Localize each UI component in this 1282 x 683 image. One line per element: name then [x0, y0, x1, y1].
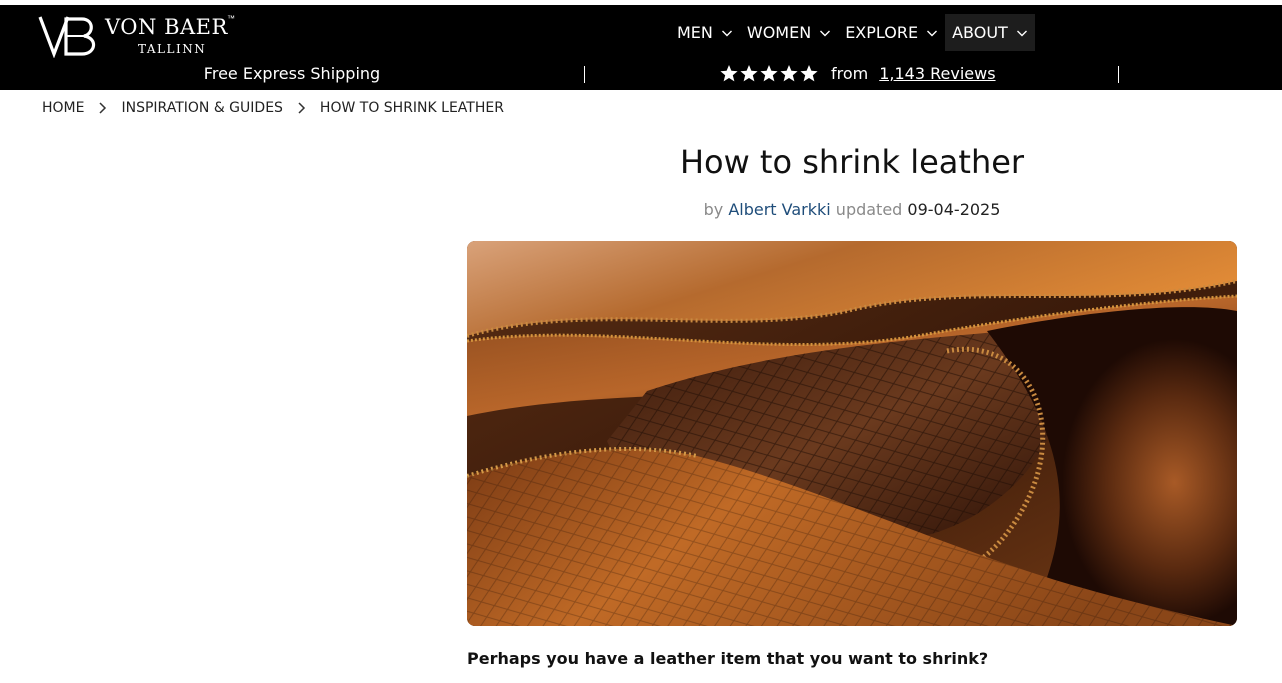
byline-updated: updated: [835, 200, 903, 219]
nav-item-label: ABOUT: [952, 23, 1008, 42]
brand-logo[interactable]: VON BAER ™ TALLINN: [38, 14, 248, 62]
nav-item-explore[interactable]: EXPLORE: [838, 14, 945, 51]
byline-by: by: [703, 200, 724, 219]
breadcrumb-home[interactable]: HOME: [42, 100, 84, 116]
brand-city: TALLINN: [138, 42, 207, 56]
promo-divider: [1118, 66, 1119, 83]
main-nav: MEN WOMEN EXPLORE ABOUT: [670, 14, 1035, 51]
chevron-down-icon: [721, 30, 732, 36]
site-header: VON BAER ™ TALLINN MEN WOMEN EXPLORE ABO…: [0, 5, 1282, 90]
free-shipping-text: Free Express Shipping: [203, 64, 381, 83]
nav-item-men[interactable]: MEN: [670, 14, 740, 51]
hero-image: [467, 241, 1237, 626]
rating-prefix: from: [831, 64, 869, 83]
chevron-down-icon: [927, 30, 938, 36]
chevron-down-icon: [1016, 30, 1027, 36]
leather-photo: [467, 241, 1237, 626]
breadcrumb: HOME INSPIRATION & GUIDES HOW TO SHRINK …: [42, 100, 504, 116]
vb-monogram-icon: [38, 16, 96, 58]
nav-item-label: MEN: [677, 23, 713, 42]
star-icon: [760, 65, 778, 82]
trademark-symbol: ™: [227, 14, 235, 23]
promo-divider: [584, 66, 585, 83]
article-byline: by Albert Varkki updated 09-04-2025: [467, 200, 1237, 219]
nav-item-about[interactable]: ABOUT: [945, 14, 1035, 51]
reviews-summary: from 1,143 Reviews: [719, 64, 996, 83]
nav-item-label: EXPLORE: [845, 23, 919, 42]
star-icon: [800, 65, 818, 82]
star-icon: [780, 65, 798, 82]
promo-bar: Free Express Shipping from 1,143 Reviews: [0, 61, 1282, 90]
chevron-down-icon: [820, 30, 831, 36]
nav-item-label: WOMEN: [746, 23, 812, 42]
article-date: 09-04-2025: [907, 200, 1001, 219]
article-title: How to shrink leather: [679, 143, 1025, 181]
chevron-right-icon: [99, 102, 107, 114]
star-icon: [740, 65, 758, 82]
breadcrumb-guides[interactable]: INSPIRATION & GUIDES: [121, 100, 282, 116]
author-link[interactable]: Albert Varkki: [728, 200, 830, 219]
star-icon: [720, 65, 738, 82]
rating-stars: [719, 64, 819, 83]
article-intro: Perhaps you have a leather item that you…: [467, 649, 989, 668]
chevron-right-icon: [298, 102, 305, 114]
brand-name: VON BAER: [105, 15, 228, 39]
breadcrumb-current: HOW TO SHRINK LEATHER: [319, 100, 504, 116]
reviews-link[interactable]: 1,143 Reviews: [879, 64, 995, 83]
nav-item-women[interactable]: WOMEN: [740, 14, 838, 51]
